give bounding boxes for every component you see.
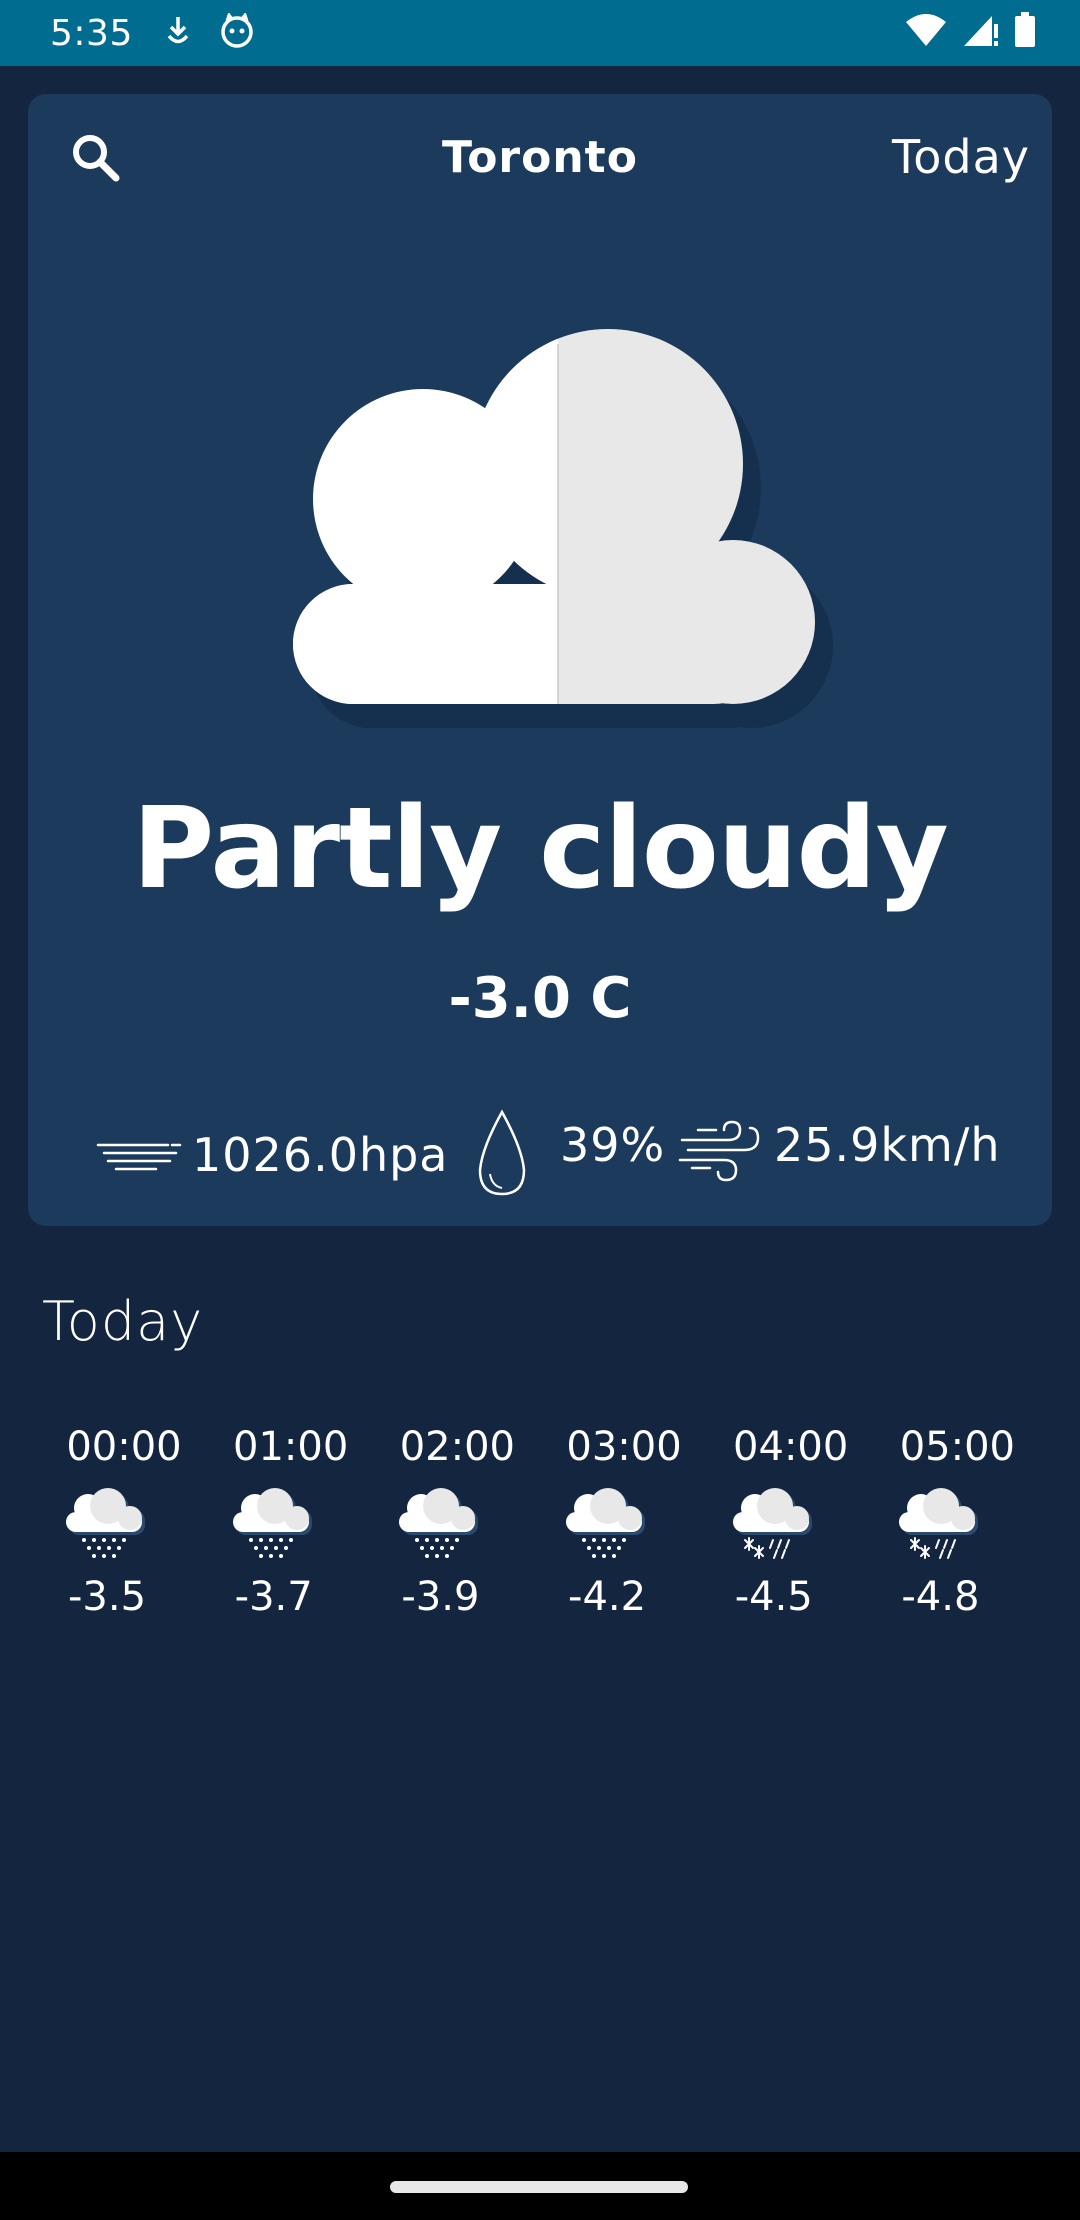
pressure-icon (96, 1133, 182, 1177)
weather-stats: 1026.0hpa 39% 25.9km/h (28, 1108, 1052, 1208)
hourly-item[interactable]: 01:00 -3.7 (211, 1424, 378, 1620)
status-time: 5:35 (50, 12, 133, 54)
hourly-forecast-list: 00:00 -3.5 01:00 -3.7 02:00 -3.9 03:00 -… (44, 1424, 1044, 1620)
wind-icon (678, 1120, 762, 1188)
download-icon (163, 14, 193, 52)
hourly-item[interactable]: 02:00 -3.9 (377, 1424, 544, 1620)
hour-temp: -4.5 (734, 1574, 813, 1620)
hour-temp: -4.2 (568, 1574, 647, 1620)
pressure-stat: 1026.0hpa (96, 1128, 449, 1182)
wind-stat: 25.9km/h (678, 1118, 1001, 1188)
hour-temp: -4.8 (901, 1574, 980, 1620)
hour-temp: -3.7 (234, 1574, 313, 1620)
water-drop-icon (474, 1108, 530, 1202)
weather-condition: Partly cloudy (132, 784, 948, 914)
hour-time: 02:00 (399, 1424, 515, 1470)
sleet-cloud-icon (895, 1486, 985, 1566)
hourly-item[interactable]: 00:00 -3.5 (44, 1424, 211, 1620)
hour-time: 00:00 (66, 1424, 182, 1470)
hour-time: 04:00 (733, 1424, 849, 1470)
hour-time: 05:00 (899, 1424, 1015, 1470)
current-weather-card: Toronto Today Partly cloudy -3.0 C 1026.… (28, 94, 1052, 1226)
snow-cloud-icon (229, 1486, 319, 1566)
hourly-item[interactable]: 03:00 -4.2 (544, 1424, 711, 1620)
hourly-section-title: Today (42, 1290, 204, 1353)
hourly-item[interactable]: 04:00 -4.5 (711, 1424, 878, 1620)
wind-value: 25.9km/h (774, 1118, 1001, 1172)
snow-cloud-icon (395, 1486, 485, 1566)
hour-time: 01:00 (233, 1424, 349, 1470)
hour-time: 03:00 (566, 1424, 682, 1470)
snow-cloud-icon (562, 1486, 652, 1566)
humidity-value: 39% (560, 1118, 666, 1172)
hour-temp: -3.5 (68, 1574, 147, 1620)
hour-temp: -3.9 (401, 1574, 480, 1620)
sleet-cloud-icon (729, 1486, 819, 1566)
status-bar: 5:35 (0, 0, 1080, 66)
hourly-item[interactable]: 05:00 -4.8 (877, 1424, 1044, 1620)
cat-face-icon (219, 11, 255, 53)
current-temperature: -3.0 C (448, 966, 632, 1031)
home-gesture-handle[interactable] (390, 2181, 688, 2193)
humidity-stat: 39% (474, 1108, 665, 1202)
pressure-value: 1026.0hpa (192, 1128, 449, 1182)
partly-cloudy-icon (258, 324, 858, 764)
today-button[interactable]: Today (892, 130, 1030, 184)
battery-icon (1014, 12, 1036, 52)
snow-cloud-icon (62, 1486, 152, 1566)
wifi-icon (904, 12, 948, 52)
signal-icon (962, 12, 1000, 52)
